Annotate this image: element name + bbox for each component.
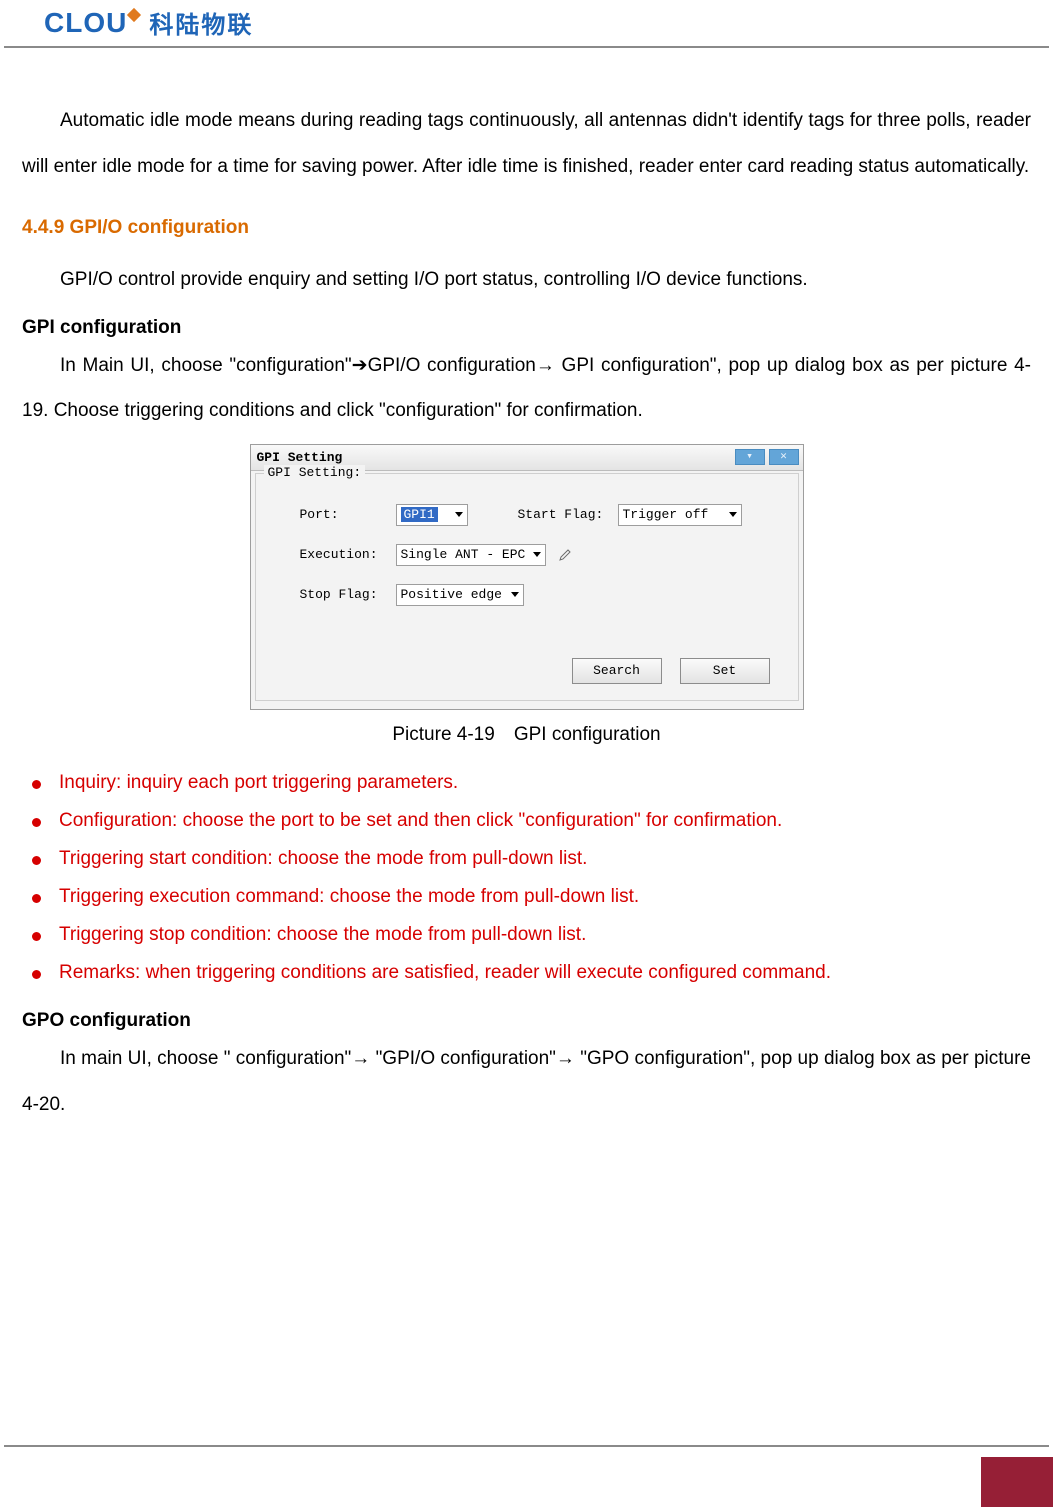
logo-cn: 科陆物联 [149, 5, 253, 40]
close-icon: ✕ [780, 452, 787, 463]
arrow-icon: → [536, 355, 555, 376]
port-combobox[interactable]: GPI1 [396, 504, 468, 526]
list-item: Triggering start condition: choose the m… [22, 840, 1031, 878]
gpo-para-part-b: "GPI/O configuration" [370, 1048, 556, 1069]
content-area: Automatic idle mode means during reading… [0, 48, 1053, 1127]
dialog-button-row: Search Set [266, 624, 788, 686]
set-button-label: Set [713, 663, 736, 678]
footer-rule [4, 1445, 1049, 1447]
start-flag-combobox[interactable]: Trigger off [618, 504, 742, 526]
set-button[interactable]: Set [680, 658, 770, 684]
page-header: CLOU 科陆物联 [4, 0, 1049, 48]
gpi-setting-dialog: GPI Setting ▾ ✕ GPI Setting: Port: [250, 444, 804, 710]
minimize-icon: ▾ [746, 452, 753, 463]
chevron-down-icon [729, 512, 737, 517]
arrow-icon: → [351, 1048, 370, 1069]
list-item-text: Triggering execution command: choose the… [59, 886, 639, 908]
bullet-list: Inquiry: inquiry each port triggering pa… [22, 764, 1031, 992]
footer-accent-tab [981, 1457, 1053, 1507]
chevron-down-icon [533, 552, 541, 557]
label-port: Port: [300, 507, 386, 522]
label-start-flag: Start Flag: [518, 507, 608, 522]
gpo-config-heading: GPO configuration [22, 1010, 1031, 1032]
form-rows: Port: GPI1 Start Flag: Trigger off Execu… [266, 498, 788, 606]
bullet-icon [32, 894, 41, 903]
execution-value: Single ANT - EPC [401, 547, 526, 562]
list-item-text: Configuration: choose the port to be set… [59, 810, 782, 832]
row-stop-flag: Stop Flag: Positive edge [300, 584, 768, 606]
list-item: Triggering stop condition: choose the mo… [22, 916, 1031, 954]
search-button[interactable]: Search [572, 658, 662, 684]
gpi-config-heading: GPI configuration [22, 317, 1031, 339]
list-item-text: Inquiry: inquiry each port triggering pa… [59, 772, 458, 794]
bullet-icon [32, 970, 41, 979]
stop-flag-value: Positive edge [401, 587, 502, 602]
chevron-down-icon [511, 592, 519, 597]
arrow-icon: → [556, 1048, 575, 1069]
section-heading-449: 4.4.9 GPI/O configuration [22, 217, 1031, 239]
row-execution: Execution: Single ANT - EPC [300, 544, 768, 566]
figure-caption: Picture 4-19 GPI configuration [22, 724, 1031, 746]
execution-combobox[interactable]: Single ANT - EPC [396, 544, 546, 566]
row-port: Port: GPI1 Start Flag: Trigger off [300, 504, 768, 526]
port-value: GPI1 [401, 507, 438, 522]
gpi-para-part-b: GPI/O configuration [368, 355, 536, 376]
gpo-config-paragraph: In main UI, choose " configuration"→ "GP… [22, 1036, 1031, 1127]
gpo-para-part-a: In main UI, choose " configuration" [60, 1048, 351, 1069]
arrow-icon: ➔ [352, 355, 368, 376]
list-item: Inquiry: inquiry each port triggering pa… [22, 764, 1031, 802]
chevron-down-icon [455, 512, 463, 517]
edit-icon[interactable] [556, 546, 574, 564]
gpi-para-part-a: In Main UI, choose "configuration" [60, 355, 352, 376]
bullet-icon [32, 818, 41, 827]
start-flag-value: Trigger off [623, 507, 709, 522]
list-item: Configuration: choose the port to be set… [22, 802, 1031, 840]
label-execution: Execution: [300, 547, 386, 562]
logo-en-text: CLOU [44, 7, 127, 39]
list-item-text: Triggering stop condition: choose the mo… [59, 924, 586, 946]
gpio-desc-paragraph: GPI/O control provide enquiry and settin… [22, 257, 1031, 303]
logo-accent-icon [127, 7, 141, 21]
gpi-config-paragraph: In Main UI, choose "configuration"➔GPI/O… [22, 343, 1031, 434]
bullet-icon [32, 780, 41, 789]
titlebar-buttons: ▾ ✕ [735, 449, 799, 465]
list-item: Triggering execution command: choose the… [22, 878, 1031, 916]
logo-en: CLOU [44, 7, 139, 39]
stop-flag-combobox[interactable]: Positive edge [396, 584, 524, 606]
group-legend: GPI Setting: [264, 465, 366, 480]
list-item-text: Triggering start condition: choose the m… [59, 848, 587, 870]
list-item: Remarks: when triggering conditions are … [22, 954, 1031, 992]
gpi-setting-groupbox: GPI Setting: Port: GPI1 Start Flag: Trig… [255, 473, 799, 701]
intro-paragraph: Automatic idle mode means during reading… [22, 98, 1031, 189]
close-button[interactable]: ✕ [769, 449, 799, 465]
bullet-icon [32, 856, 41, 865]
dialog-title: GPI Setting [257, 450, 343, 465]
list-item-text: Remarks: when triggering conditions are … [59, 962, 831, 984]
label-stop-flag: Stop Flag: [300, 587, 386, 602]
dialog-figure-wrap: GPI Setting ▾ ✕ GPI Setting: Port: [22, 444, 1031, 710]
search-button-label: Search [593, 663, 640, 678]
minimize-button[interactable]: ▾ [735, 449, 765, 465]
bullet-icon [32, 932, 41, 941]
